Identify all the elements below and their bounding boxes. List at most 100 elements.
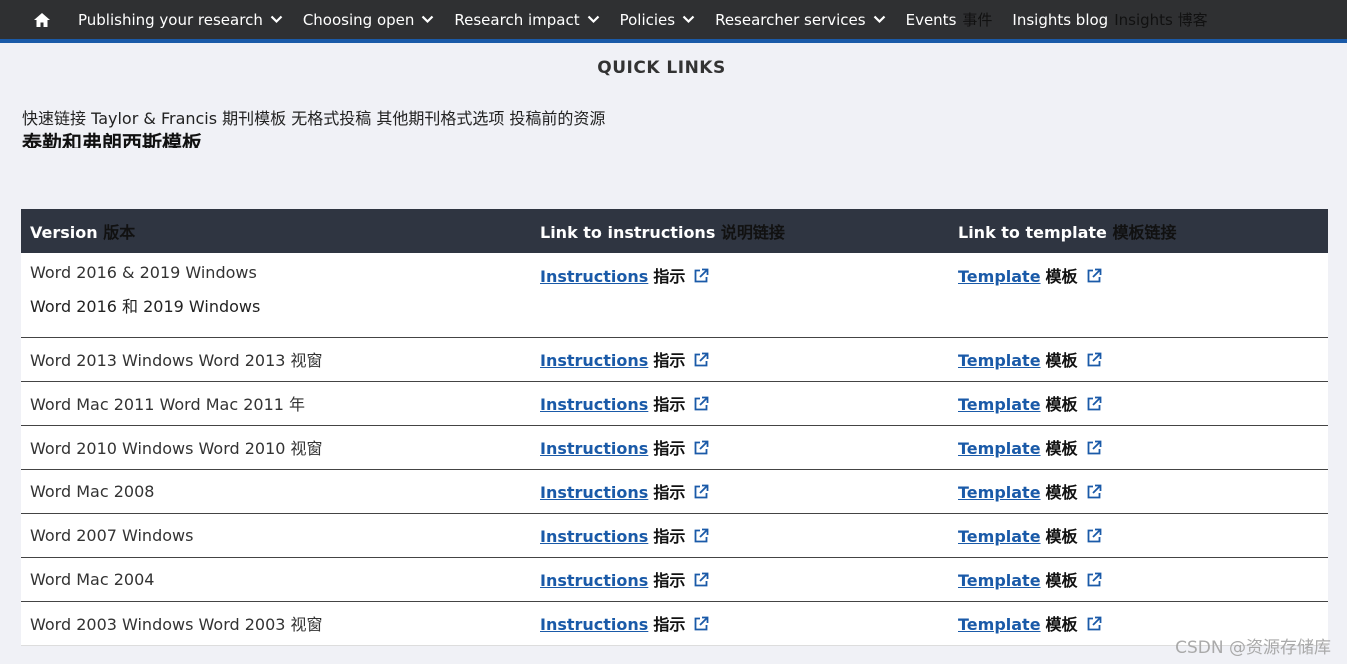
- version-cell: Word 2010 Windows Word 2010 视窗: [21, 425, 531, 470]
- nav-item-publishing-your-research[interactable]: Publishing your research: [78, 1, 283, 39]
- instructions-cell: Instructions 指示: [531, 469, 949, 514]
- nav-item-label: Research impact: [454, 10, 580, 29]
- template-link[interactable]: Template: [958, 267, 1041, 286]
- template-cell: Template 模板: [949, 425, 1328, 470]
- template-link[interactable]: Template: [958, 395, 1041, 414]
- instructions-cell: Instructions 指示: [531, 601, 949, 645]
- template-link[interactable]: Template: [958, 483, 1041, 502]
- instructions-link[interactable]: Instructions: [540, 267, 648, 286]
- nav-item-researcher-services[interactable]: Researcher services: [715, 1, 886, 39]
- external-link-icon[interactable]: [693, 396, 709, 412]
- template-translation: 模板: [1045, 615, 1078, 634]
- external-link-icon[interactable]: [1086, 352, 1102, 368]
- version-translation: Word 2016 和 2019 Windows: [30, 297, 261, 316]
- version-cell: Word 2016 & 2019 Windows Word 2016 和 2019…: [21, 253, 531, 338]
- external-link-icon[interactable]: [693, 616, 709, 632]
- version-cell: Word 2007 Windows: [21, 513, 531, 558]
- external-link-icon[interactable]: [1086, 268, 1102, 284]
- nav-item-events[interactable]: Events 事件: [906, 1, 993, 39]
- template-link[interactable]: Template: [958, 439, 1041, 458]
- instructions-translation: 指示: [653, 615, 686, 634]
- table-row: Word 2010 Windows Word 2010 视窗 Instructio…: [21, 425, 1328, 470]
- table-header-row: Version 版本 Link to instructions 说明链接 Lin…: [21, 209, 1328, 253]
- table-row: Word 2003 Windows Word 2003 视窗 Instructio…: [21, 601, 1328, 645]
- nav-item-label: Choosing open: [302, 10, 415, 29]
- instructions-link[interactable]: Instructions: [540, 439, 648, 458]
- instructions-cell: Instructions 指示: [531, 253, 949, 338]
- template-translation: 模板: [1045, 571, 1078, 590]
- table-row: Word 2016 & 2019 Windows Word 2016 和 2019…: [21, 253, 1328, 338]
- home-icon[interactable]: [28, 6, 56, 34]
- external-link-icon[interactable]: [693, 572, 709, 588]
- external-link-icon[interactable]: [693, 528, 709, 544]
- template-link[interactable]: Template: [958, 527, 1041, 546]
- template-link[interactable]: Template: [958, 571, 1041, 590]
- template-table: Version 版本 Link to instructions 说明链接 Lin…: [21, 209, 1328, 646]
- external-link-icon[interactable]: [1086, 396, 1102, 412]
- template-translation: 模板: [1045, 527, 1078, 546]
- version-text: Word 2016 & 2019 Windows: [30, 263, 257, 282]
- nav-item-choosing-open[interactable]: Choosing open: [303, 1, 435, 39]
- instructions-translation: 指示: [653, 571, 686, 590]
- nav-item-label: Publishing your research: [78, 10, 263, 29]
- external-link-icon[interactable]: [1086, 572, 1102, 588]
- instructions-link[interactable]: Instructions: [540, 483, 648, 502]
- chevron-down-icon: [270, 15, 283, 24]
- quick-links-title: QUICK LINKS: [597, 58, 726, 78]
- version-text: Word Mac 2008: [30, 481, 155, 501]
- chevron-down-icon: [682, 15, 695, 24]
- template-translation: 模板: [1045, 351, 1078, 370]
- top-navigation: Publishing your research Choosing open Res…: [0, 0, 1347, 43]
- instructions-link[interactable]: Instructions: [540, 571, 648, 590]
- table-row: Word Mac 2004 Instructions 指示 Template 模板: [21, 557, 1328, 602]
- nav-item-label: Events: [905, 10, 957, 29]
- instructions-link[interactable]: Instructions: [540, 351, 648, 370]
- template-translation: 模板: [1045, 439, 1078, 458]
- instructions-translation: 指示: [653, 527, 686, 546]
- instructions-link[interactable]: Instructions: [540, 395, 648, 414]
- instructions-translation: 指示: [653, 351, 686, 370]
- instructions-translation: 指示: [653, 267, 686, 286]
- instructions-cell: Instructions 指示: [531, 557, 949, 602]
- external-link-icon[interactable]: [1086, 440, 1102, 456]
- instructions-link[interactable]: Instructions: [540, 615, 648, 634]
- instructions-cell: Instructions 指示: [531, 425, 949, 470]
- version-text: Word 2003 Windows Word 2003 视窗: [30, 615, 323, 634]
- nav-item-research-impact[interactable]: Research impact: [454, 1, 599, 39]
- nav-item-translation: Insights 博客: [1114, 11, 1208, 29]
- version-text: Word 2013 Windows Word 2013 视窗: [30, 351, 323, 370]
- instructions-translation: 指示: [653, 439, 686, 458]
- nav-item-insights-blog[interactable]: Insights blog Insights 博客: [1012, 1, 1207, 39]
- chevron-down-icon: [421, 15, 434, 24]
- external-link-icon[interactable]: [693, 352, 709, 368]
- version-text: Word 2007 Windows: [30, 525, 194, 545]
- external-link-icon[interactable]: [1086, 484, 1102, 500]
- template-translation: 模板: [1045, 483, 1078, 502]
- version-cell: Word Mac 2008: [21, 469, 531, 514]
- nav-item-label: Researcher services: [715, 10, 866, 29]
- template-cell: Template 模板: [949, 513, 1328, 558]
- instructions-translation: 指示: [653, 483, 686, 502]
- external-link-icon[interactable]: [693, 440, 709, 456]
- template-translation: 模板: [1045, 395, 1078, 414]
- instructions-translation: 指示: [653, 395, 686, 414]
- version-cell: Word 2003 Windows Word 2003 视窗: [21, 601, 531, 645]
- nav-item-policies[interactable]: Policies: [620, 1, 695, 39]
- instructions-link[interactable]: Instructions: [540, 527, 648, 546]
- quick-links-translated: 快速链接 Taylor & Francis 期刊模板 无格式投稿 其他期刊格式选…: [22, 109, 606, 128]
- table-row: Word Mac 2011 Word Mac 2011 年 Instruction…: [21, 381, 1328, 426]
- template-link[interactable]: Template: [958, 615, 1041, 634]
- external-link-icon[interactable]: [693, 268, 709, 284]
- external-link-icon[interactable]: [1086, 528, 1102, 544]
- template-translation: 模板: [1045, 267, 1078, 286]
- version-text: Word Mac 2011 Word Mac 2011 年: [30, 395, 306, 414]
- nav-item-translation: 事件: [962, 11, 993, 29]
- external-link-icon[interactable]: [693, 484, 709, 500]
- header-version: Version 版本: [30, 223, 136, 242]
- instructions-cell: Instructions 指示: [531, 513, 949, 558]
- external-link-icon[interactable]: [1086, 616, 1102, 632]
- version-text: Word Mac 2004: [30, 569, 155, 589]
- version-cell: Word Mac 2004: [21, 557, 531, 602]
- template-link[interactable]: Template: [958, 351, 1041, 370]
- table-row: Word Mac 2008 Instructions 指示 Template 模板: [21, 469, 1328, 514]
